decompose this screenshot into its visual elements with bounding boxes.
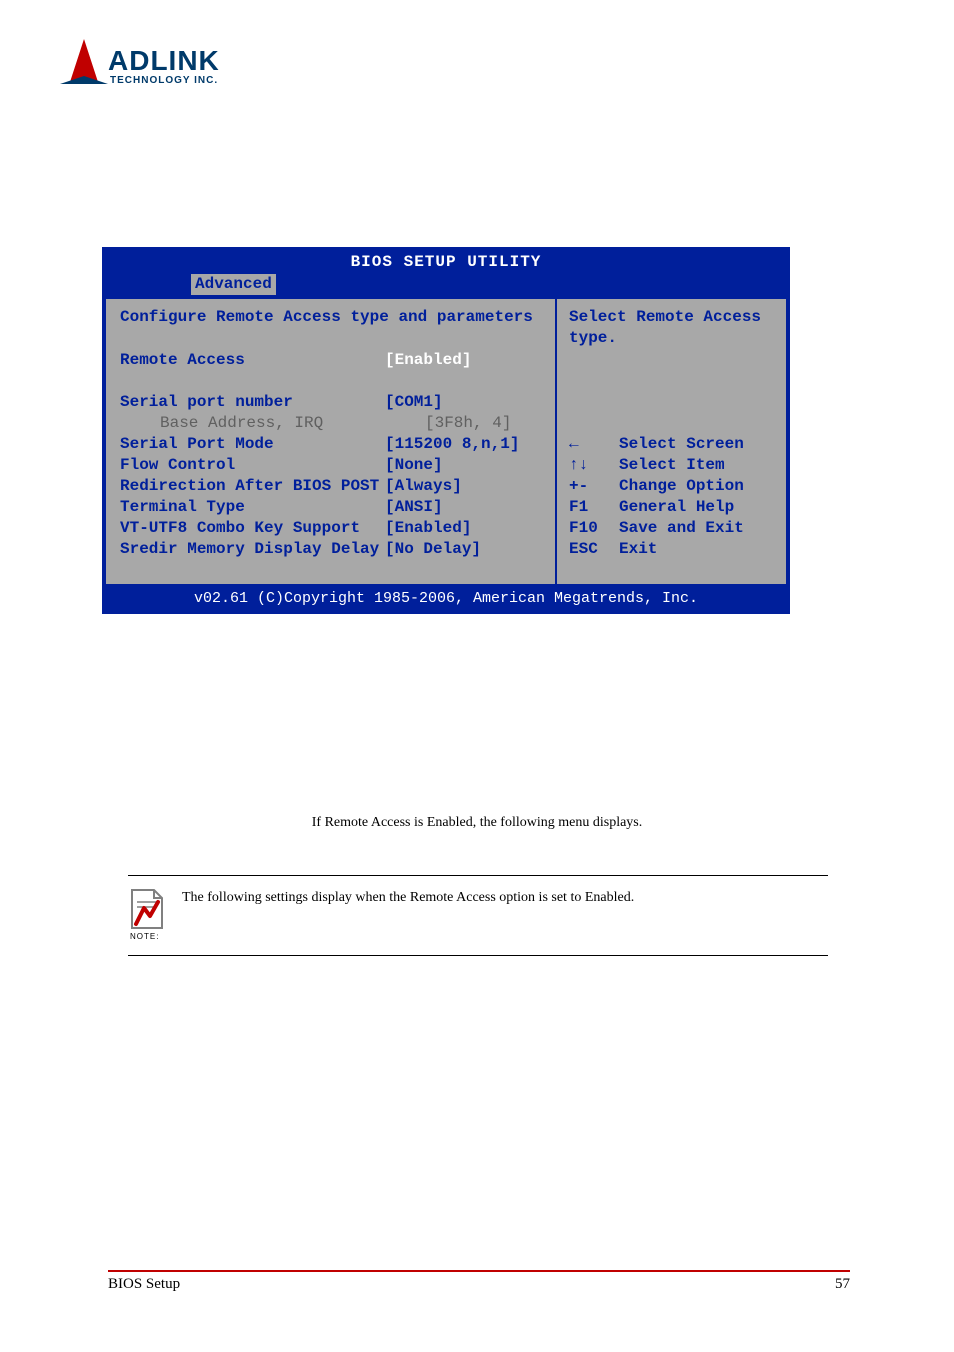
bios-setting-value: [3F8h, 4]: [425, 413, 511, 434]
svg-text:ADLINK: ADLINK: [108, 45, 220, 76]
bios-setting-label: Sredir Memory Display Delay: [120, 539, 385, 560]
figure-caption: If Remote Access is Enabled, the followi…: [0, 815, 954, 831]
bios-setting-label: Flow Control: [120, 455, 385, 476]
key-desc: Select Screen: [619, 434, 744, 455]
bios-key-hint: ←Select Screen: [569, 434, 774, 455]
key-symbol: F10: [569, 518, 619, 539]
bios-setting-row: VT-UTF8 Combo Key Support[Enabled]: [120, 518, 541, 539]
key-symbol: F1: [569, 497, 619, 518]
bios-help-line2: type.: [569, 328, 774, 349]
footer-section-title: BIOS Setup: [108, 1276, 180, 1293]
key-symbol: +-: [569, 476, 619, 497]
bios-key-hint: ESCExit: [569, 539, 774, 560]
bios-setting-row: Flow Control[None]: [120, 455, 541, 476]
bios-setting-value: [115200 8,n,1]: [385, 434, 519, 455]
bios-tab-bar: Advanced: [106, 274, 786, 297]
bios-setting-value: [COM1]: [385, 392, 443, 413]
bios-setting-value: [Always]: [385, 476, 462, 497]
key-desc: General Help: [619, 497, 734, 518]
bios-setting-label: Serial Port Mode: [120, 434, 385, 455]
bios-copyright: v02.61 (C)Copyright 1985-2006, American …: [106, 584, 786, 610]
bios-setting-value: [ANSI]: [385, 497, 443, 518]
bios-setting-value: [Enabled]: [385, 518, 471, 539]
bios-setting-row: Sredir Memory Display Delay[No Delay]: [120, 539, 541, 560]
bios-left-pane: Configure Remote Access type and paramet…: [106, 299, 557, 584]
bios-key-hints: ←Select Screen↑↓Select Item+-Change Opti…: [569, 434, 774, 560]
bios-setting-label: VT-UTF8 Combo Key Support: [120, 518, 385, 539]
adlink-logo: ADLINK TECHNOLOGY INC.: [50, 34, 250, 94]
bios-setting-label: Redirection After BIOS POST: [120, 476, 385, 497]
note-icon: NOTE:: [128, 888, 172, 941]
key-symbol: ←: [569, 434, 619, 455]
footer-divider: [108, 1270, 850, 1272]
bios-help-line1: Select Remote Access: [569, 307, 774, 328]
bios-key-hint: +-Change Option: [569, 476, 774, 497]
note-text: The following settings display when the …: [172, 888, 634, 908]
bios-setting-label: Remote Access: [120, 350, 385, 371]
key-desc: Save and Exit: [619, 518, 744, 539]
footer-page-number: 57: [835, 1276, 850, 1293]
note-label: NOTE:: [130, 932, 172, 941]
key-desc: Select Item: [619, 455, 725, 476]
bios-key-hint: ↑↓Select Item: [569, 455, 774, 476]
bios-setting-row: Serial Port Mode[115200 8,n,1]: [120, 434, 541, 455]
bios-setting-value: [No Delay]: [385, 539, 481, 560]
bios-setting-label: Serial port number: [120, 392, 385, 413]
key-symbol: ESC: [569, 539, 619, 560]
bios-setting-label: Base Address, IRQ: [120, 413, 425, 434]
divider: [128, 955, 828, 956]
key-symbol: ↑↓: [569, 455, 619, 476]
bios-setting-row: Redirection After BIOS POST[Always]: [120, 476, 541, 497]
bios-key-hint: F10Save and Exit: [569, 518, 774, 539]
bios-setting-row: Base Address, IRQ[3F8h, 4]: [120, 413, 541, 434]
key-desc: Change Option: [619, 476, 744, 497]
bios-setting-row: Remote Access[Enabled]: [120, 350, 541, 371]
bios-key-hint: F1General Help: [569, 497, 774, 518]
key-desc: Exit: [619, 539, 657, 560]
bios-setup-screenshot: BIOS SETUP UTILITY Advanced Configure Re…: [102, 247, 790, 614]
bios-setting-label: Terminal Type: [120, 497, 385, 518]
bios-title: BIOS SETUP UTILITY: [106, 251, 786, 274]
svg-text:TECHNOLOGY INC.: TECHNOLOGY INC.: [110, 75, 218, 86]
note-block: NOTE: The following settings display whe…: [128, 875, 828, 956]
tab-advanced: Advanced: [191, 274, 276, 295]
bios-setting-value: [Enabled]: [385, 350, 471, 371]
bios-setting-value: [None]: [385, 455, 443, 476]
bios-setting-row: Serial port number[COM1]: [120, 392, 541, 413]
bios-help-pane: Select Remote Access type. ←Select Scree…: [557, 299, 786, 584]
bios-section-heading: Configure Remote Access type and paramet…: [120, 307, 541, 328]
bios-setting-row: Terminal Type[ANSI]: [120, 497, 541, 518]
